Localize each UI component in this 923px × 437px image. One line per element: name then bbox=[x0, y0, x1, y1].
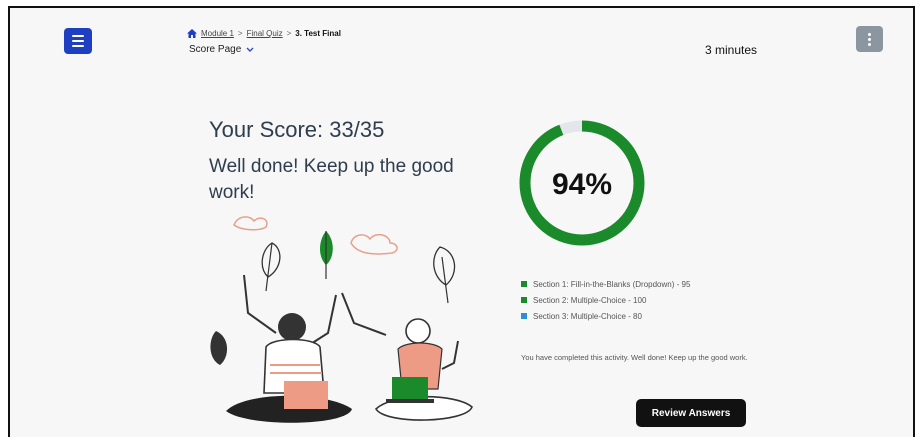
congrats-message: Well done! Keep up the good work! bbox=[209, 156, 454, 203]
breadcrumb-separator: > bbox=[237, 29, 243, 38]
timer-text: 3 minutes bbox=[705, 43, 758, 57]
menu-button[interactable] bbox=[64, 28, 92, 54]
kebab-icon bbox=[868, 32, 871, 36]
legend-item: Section 3: Multiple-Choice - 80 bbox=[521, 308, 690, 324]
high-five-illustration bbox=[210, 216, 473, 423]
breadcrumb-quiz-link[interactable]: Final Quiz bbox=[247, 29, 283, 38]
chevron-down-icon bbox=[246, 47, 254, 52]
legend-item: Section 1: Fill-in-the-Blanks (Dropdown)… bbox=[521, 276, 690, 292]
legend-label: Section 3: Multiple-Choice - 80 bbox=[533, 311, 642, 321]
score-title: Your Score: 33/35 bbox=[209, 117, 385, 142]
page-select-label: Score Page bbox=[189, 44, 242, 55]
breadcrumb: Module 1 > Final Quiz > 3. Test Final bbox=[187, 29, 341, 38]
legend-swatch bbox=[521, 297, 527, 303]
score-percent: 94% bbox=[552, 168, 612, 201]
home-icon[interactable] bbox=[187, 29, 197, 38]
page-select-dropdown[interactable]: Score Page bbox=[189, 44, 254, 55]
legend-swatch bbox=[521, 313, 527, 319]
more-options-button[interactable] bbox=[856, 26, 883, 52]
legend-item: Section 2: Multiple-Choice - 100 bbox=[521, 292, 690, 308]
score-donut-chart: 94% bbox=[519, 120, 645, 246]
section-legend: Section 1: Fill-in-the-Blanks (Dropdown)… bbox=[521, 276, 690, 324]
completion-message: You have completed this activity. Well d… bbox=[521, 353, 748, 362]
legend-swatch bbox=[521, 281, 527, 287]
score-page: Module 1 > Final Quiz > 3. Test Final Sc… bbox=[8, 6, 915, 437]
review-answers-button[interactable]: Review Answers bbox=[636, 399, 746, 427]
legend-label: Section 1: Fill-in-the-Blanks (Dropdown)… bbox=[533, 279, 691, 289]
hamburger-icon bbox=[72, 35, 84, 37]
legend-label: Section 2: Multiple-Choice - 100 bbox=[533, 295, 647, 305]
breadcrumb-current: 3. Test Final bbox=[295, 29, 341, 38]
breadcrumb-module-link[interactable]: Module 1 bbox=[201, 29, 234, 38]
breadcrumb-separator: > bbox=[286, 29, 292, 38]
